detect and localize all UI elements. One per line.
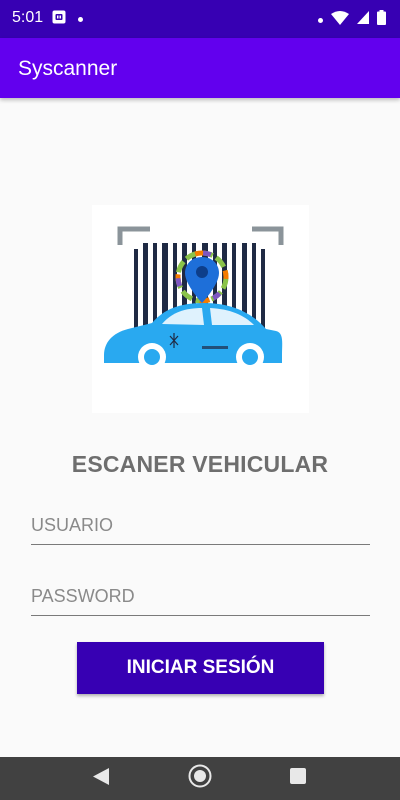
username-input[interactable]: [31, 508, 370, 545]
password-input[interactable]: [31, 579, 370, 616]
wifi-icon: [331, 10, 349, 30]
navigation-bar: [0, 757, 400, 800]
dot-icon: [318, 17, 323, 23]
recents-icon: [290, 768, 306, 789]
status-bar: 5:01: [0, 0, 400, 38]
recents-button[interactable]: [268, 757, 328, 800]
dot-icon: [78, 17, 83, 22]
app-title: Syscanner: [18, 57, 118, 80]
back-icon: [93, 767, 109, 790]
home-icon: [188, 764, 212, 793]
status-time: 5:01: [12, 9, 44, 26]
app-logo: [92, 205, 309, 413]
login-button[interactable]: INICIAR SESIÓN: [77, 642, 324, 694]
back-button[interactable]: [71, 757, 131, 800]
app-bar: Syscanner: [0, 38, 400, 98]
battery-icon: [377, 10, 386, 30]
page-heading: ESCANER VEHICULAR: [71, 451, 329, 477]
signal-icon: [357, 11, 369, 29]
home-button[interactable]: [170, 757, 230, 800]
login-screen: 5:01 Syscanner ESCANER VEHICULAR USUARIO…: [0, 0, 400, 800]
barcode-car-logo: [104, 226, 284, 371]
notification-app-icon: [52, 10, 66, 29]
